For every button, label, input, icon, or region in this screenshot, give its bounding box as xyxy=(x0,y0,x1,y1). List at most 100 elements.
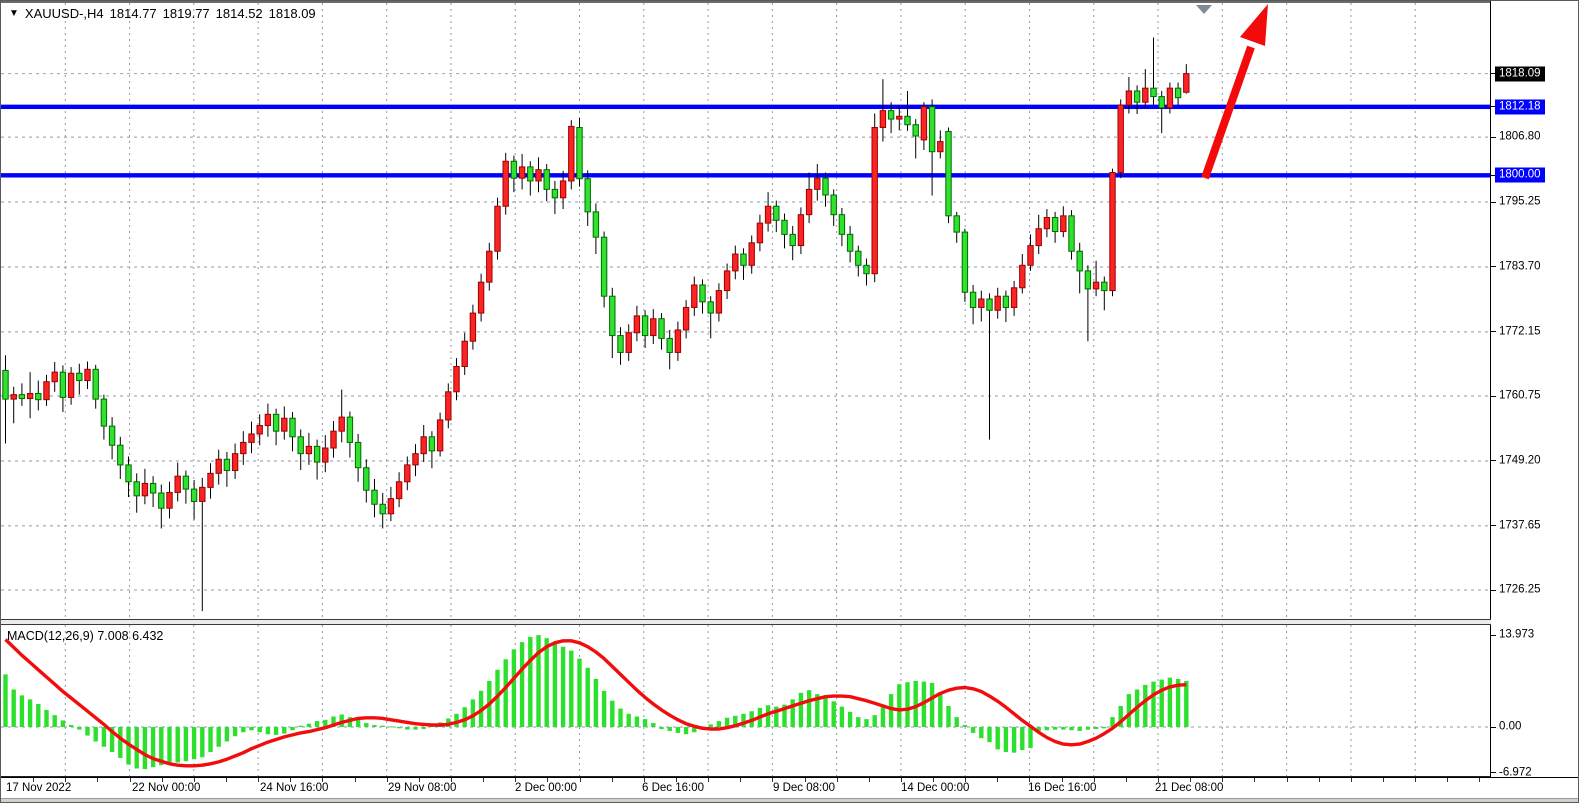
macd-bar xyxy=(94,727,98,741)
price-axis-label: 1726.25 xyxy=(1499,583,1541,598)
candle-body xyxy=(856,251,861,265)
candle-body xyxy=(790,234,795,245)
time-axis-label: 22 Nov 00:00 xyxy=(132,782,200,794)
candle-body xyxy=(347,417,352,442)
time-axis-tick xyxy=(1383,778,1384,782)
candle-body xyxy=(905,116,910,124)
candle-body xyxy=(798,215,803,246)
price-axis-label: 1760.75 xyxy=(1499,389,1541,404)
macd-bar xyxy=(69,725,73,727)
price-axis-label: 1783.70 xyxy=(1499,259,1541,274)
candle-body xyxy=(757,223,762,243)
macd-bar xyxy=(118,727,122,758)
price-chart-plot[interactable] xyxy=(1,1,1491,619)
current-price-label: 1818.09 xyxy=(1495,66,1545,81)
macd-bar xyxy=(823,698,827,727)
candle-body xyxy=(962,232,967,292)
candle-body xyxy=(437,420,442,451)
macd-bar xyxy=(848,712,852,727)
candle-body xyxy=(60,372,65,397)
candle-body xyxy=(651,319,656,336)
macd-bar xyxy=(561,647,565,727)
time-axis-label: 29 Nov 08:00 xyxy=(388,782,456,794)
candle-body xyxy=(265,414,270,425)
macd-bar xyxy=(364,723,368,727)
macd-bar xyxy=(143,727,147,769)
macd-bar xyxy=(413,727,417,730)
macd-indicator-plot[interactable] xyxy=(1,625,1491,777)
horizontal-level-line[interactable] xyxy=(1,173,1491,177)
macd-bar xyxy=(274,727,278,735)
time-axis-tick xyxy=(1287,778,1288,782)
candle-body xyxy=(659,319,664,339)
candle-body xyxy=(331,431,336,448)
macd-bar xyxy=(77,727,81,730)
time-axis[interactable]: 17 Nov 202222 Nov 00:0024 Nov 16:0029 No… xyxy=(1,777,1578,799)
macd-bar xyxy=(553,643,557,727)
time-axis-label: 21 Dec 08:00 xyxy=(1155,782,1223,794)
candle-body xyxy=(847,234,852,251)
candle-body xyxy=(216,459,221,473)
macd-bar xyxy=(1184,681,1188,727)
candle-body xyxy=(1061,216,1066,232)
candle-body xyxy=(159,493,164,508)
time-axis-tick xyxy=(1479,778,1480,782)
macd-bar xyxy=(217,727,221,747)
candle-body xyxy=(101,399,106,426)
macd-bar xyxy=(914,681,918,727)
candle-body xyxy=(552,189,557,197)
macd-axis-label: 0.00 xyxy=(1499,720,1521,735)
candle-body xyxy=(954,216,959,232)
candle-body xyxy=(897,116,902,119)
macd-bar xyxy=(1102,727,1106,728)
trend-arrow[interactable] xyxy=(1205,4,1268,178)
candle-body xyxy=(995,296,1000,310)
panel-splitter[interactable] xyxy=(1,619,1491,625)
candles-group[interactable] xyxy=(3,38,1189,612)
candle-body xyxy=(142,483,147,495)
macd-bar xyxy=(241,727,245,732)
candle-body xyxy=(536,170,541,181)
candle-body xyxy=(1118,105,1123,172)
candle-body xyxy=(396,482,401,499)
price-axis-tick xyxy=(1491,590,1496,591)
macd-bar xyxy=(53,715,57,727)
macd-bar xyxy=(102,727,106,747)
horizontal-level-line[interactable] xyxy=(1,105,1491,109)
macd-bar xyxy=(266,727,270,734)
candle-body xyxy=(634,316,639,333)
time-axis-tick xyxy=(997,778,998,782)
macd-bar xyxy=(225,727,229,741)
time-axis-tick xyxy=(226,778,227,782)
macd-bar xyxy=(520,642,524,727)
macd-bar xyxy=(807,690,811,727)
macd-bar xyxy=(545,638,549,727)
candle-body xyxy=(1003,296,1008,307)
candle-body xyxy=(921,107,926,140)
macd-bar xyxy=(381,726,385,727)
candle-body xyxy=(257,426,262,434)
price-axis-tick xyxy=(1491,137,1496,138)
price-axis-label: 1737.65 xyxy=(1499,518,1541,533)
symbol-dropdown-icon[interactable]: ▼ xyxy=(9,8,19,19)
candle-body xyxy=(314,446,319,462)
macd-bar xyxy=(208,727,212,752)
candle-body xyxy=(429,437,434,451)
candle-body xyxy=(200,487,205,501)
macd-axis-tick xyxy=(1491,772,1496,773)
candle-body xyxy=(749,243,754,265)
chart-shift-marker[interactable] xyxy=(1196,5,1212,14)
candle-body xyxy=(642,316,647,336)
chart-window: ▼ XAUUSD-,H4 1814.77 1819.77 1814.52 181… xyxy=(0,0,1579,803)
candle-body xyxy=(11,395,16,399)
candle-body xyxy=(987,299,992,310)
price-axis[interactable]: 1818.091812.181806.801800.001795.251783.… xyxy=(1490,1,1578,798)
candle-body xyxy=(470,313,475,341)
candle-body xyxy=(560,181,565,198)
macd-bar xyxy=(709,724,713,727)
macd-bar xyxy=(791,699,795,727)
candle-body xyxy=(782,220,787,234)
macd-bar xyxy=(12,689,16,727)
macd-bar xyxy=(1078,727,1082,731)
candle-body xyxy=(44,382,49,400)
